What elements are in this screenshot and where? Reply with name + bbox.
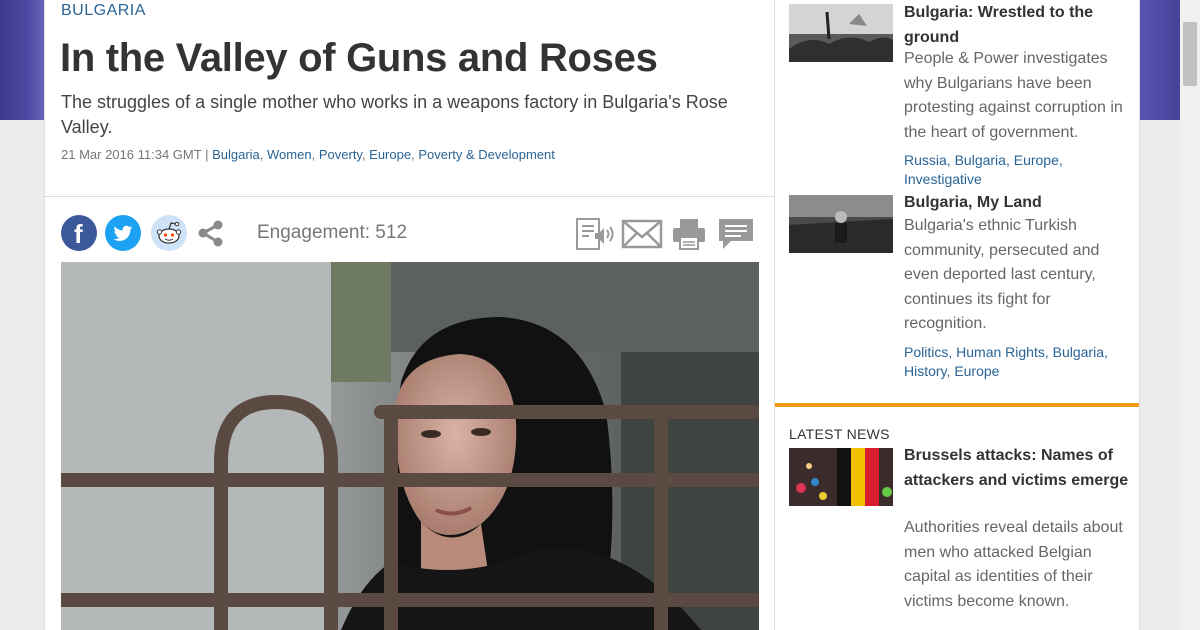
tag-link[interactable]: Politics: [904, 344, 948, 360]
latest-description: Authorities reveal details about men who…: [904, 519, 1123, 610]
tag-link[interactable]: History: [904, 363, 947, 379]
share-icon[interactable]: [193, 215, 229, 251]
related-thumbnail[interactable]: [789, 195, 893, 253]
related-tags: Russia, Bulgaria, Europe, Investigative: [904, 152, 1063, 187]
section-label[interactable]: BULGARIA: [61, 2, 146, 20]
meta-separator: |: [205, 147, 209, 162]
related-thumbnail[interactable]: [789, 4, 893, 62]
scrollbar-thumb[interactable]: [1183, 22, 1197, 86]
scrollbar-track[interactable]: [1180, 0, 1200, 630]
related-tags: Politics, Human Rights, Bulgaria, Histor…: [904, 344, 1108, 379]
tag-link[interactable]: Europe: [369, 147, 411, 162]
sidebar: Bulgaria: Wrestled to the ground People …: [775, 0, 1140, 630]
tag-link[interactable]: Human Rights: [956, 344, 1045, 360]
header-band-left: [0, 0, 46, 120]
latest-title[interactable]: Brussels attacks: Names of attackers and…: [904, 443, 1129, 493]
tag-link[interactable]: Bulgaria: [1053, 344, 1104, 360]
reddit-icon[interactable]: [151, 215, 187, 251]
tag-link[interactable]: Women: [267, 147, 312, 162]
article-title: In the Valley of Guns and Roses: [60, 36, 658, 80]
tag-link[interactable]: Investigative: [904, 171, 982, 187]
svg-text:f: f: [74, 219, 83, 249]
tag-link[interactable]: Europe: [1014, 152, 1059, 168]
latest-news-heading: LATEST NEWS: [789, 426, 890, 442]
article-standfirst: The struggles of a single mother who wor…: [61, 92, 728, 137]
tag-link[interactable]: Bulgaria: [212, 147, 260, 162]
engagement-count: Engagement: 512: [257, 222, 408, 243]
article-meta: 21 Mar 2016 11:34 GMT | Bulgaria, Women,…: [61, 147, 555, 162]
tag-link[interactable]: Russia: [904, 152, 947, 168]
tag-link[interactable]: Poverty & Development: [418, 147, 555, 162]
print-icon[interactable]: [671, 216, 707, 252]
latest-thumbnail[interactable]: [789, 448, 893, 506]
divider: [45, 196, 774, 197]
article-column: BULGARIA In the Valley of Guns and Roses…: [44, 0, 775, 630]
comments-icon[interactable]: [717, 216, 755, 252]
related-title[interactable]: Bulgaria, My Land: [904, 190, 1129, 215]
twitter-icon[interactable]: [105, 215, 141, 251]
tag-link[interactable]: Europe: [954, 363, 999, 379]
listen-icon[interactable]: [575, 216, 617, 252]
facebook-icon[interactable]: f: [61, 215, 97, 251]
article-hero-image: [61, 262, 759, 630]
email-icon[interactable]: [621, 216, 663, 252]
related-description: Bulgaria's ethnic Turkish community, per…: [904, 217, 1100, 333]
section-divider: [775, 403, 1139, 407]
article-date: 21 Mar 2016 11:34 GMT: [61, 147, 202, 162]
tag-link[interactable]: Poverty: [319, 147, 362, 162]
related-description: People & Power investigates why Bulgaria…: [904, 50, 1123, 141]
tag-link[interactable]: Bulgaria: [955, 152, 1006, 168]
related-title[interactable]: Bulgaria: Wrestled to the ground: [904, 0, 1129, 50]
